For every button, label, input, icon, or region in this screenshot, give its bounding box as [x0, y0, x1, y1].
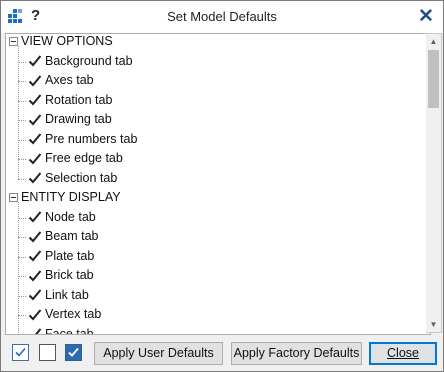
- checkmark-icon[interactable]: [28, 152, 42, 166]
- collapse-icon[interactable]: [9, 193, 18, 203]
- tree-connector: [18, 100, 26, 102]
- checkmark-icon[interactable]: [28, 230, 42, 244]
- checkmark-icon[interactable]: [28, 54, 42, 68]
- tree-connector: [18, 315, 26, 316]
- tree-connector: [18, 295, 26, 297]
- check-all-button[interactable]: [12, 344, 29, 361]
- tree-item[interactable]: Free edge tab: [28, 149, 123, 168]
- tree-group-label: ENTITY DISPLAY: [21, 190, 121, 204]
- tree-connector: [18, 178, 26, 180]
- tree-item-label: Plate tab: [45, 248, 95, 263]
- check-all-icon: [15, 347, 26, 357]
- tree-item-label: Link tab: [45, 287, 89, 302]
- set-model-defaults-dialog: ? Set Model Defaults ✕ VIEW OPTIONS Backg…: [0, 0, 444, 372]
- scrollbar-thumb[interactable]: [428, 50, 439, 108]
- tree-item[interactable]: Vertex tab: [28, 305, 101, 324]
- tree-item[interactable]: Pre numbers tab: [28, 130, 137, 149]
- tree-group[interactable]: VIEW OPTIONS: [9, 34, 113, 51]
- tree-item[interactable]: Brick tab: [28, 266, 94, 285]
- tree-item[interactable]: Plate tab: [28, 247, 94, 266]
- tree-group[interactable]: ENTITY DISPLAY: [9, 188, 121, 207]
- close-window-button[interactable]: ✕: [413, 3, 439, 29]
- tree-item[interactable]: Selection tab: [28, 169, 117, 188]
- tree-item[interactable]: Node tab: [28, 208, 96, 227]
- tree-item-label: Selection tab: [45, 170, 118, 185]
- tree-group-label: VIEW OPTIONS: [21, 34, 113, 48]
- uncheck-all-button[interactable]: [39, 344, 56, 361]
- tree-connector: [18, 159, 26, 160]
- tree-connector: [18, 276, 26, 277]
- tree-item-label: Background tab: [45, 53, 133, 68]
- tree-item[interactable]: Face tab: [28, 325, 94, 335]
- tree-item-label: Axes tab: [45, 73, 94, 87]
- tree-connector: [18, 256, 26, 258]
- checkmark-icon[interactable]: [28, 93, 42, 107]
- tree-connector: [18, 81, 26, 82]
- tree-connector-vertical: [18, 202, 19, 334]
- dialog-footer: Apply User Defaults Apply Factory Defaul…: [1, 335, 443, 371]
- tree-item[interactable]: Link tab: [28, 286, 89, 305]
- tree-item[interactable]: Axes tab: [28, 71, 94, 90]
- collapse-icon[interactable]: [9, 37, 18, 47]
- tree-item[interactable]: Drawing tab: [28, 110, 112, 129]
- checkmark-icon[interactable]: [28, 249, 42, 263]
- vertical-scrollbar[interactable]: ▲ ▼: [426, 33, 442, 333]
- tree-item-label: Brick tab: [45, 268, 94, 282]
- window-title: Set Model Defaults: [167, 9, 277, 24]
- checkmark-icon[interactable]: [28, 210, 42, 224]
- checkmark-icon[interactable]: [28, 288, 42, 302]
- tree-connector: [18, 217, 26, 219]
- checkmark-icon[interactable]: [28, 113, 42, 127]
- tree-connector: [18, 61, 26, 63]
- tree-item-label: Face tab: [45, 326, 94, 335]
- scroll-up-icon[interactable]: ▲: [426, 34, 441, 49]
- checkmark-icon[interactable]: [28, 269, 42, 283]
- title-bar: ? Set Model Defaults ✕: [1, 1, 443, 33]
- defaults-tree[interactable]: VIEW OPTIONS Background tab Axes tab Rotati…: [5, 33, 431, 335]
- scroll-down-icon[interactable]: ▼: [426, 317, 441, 332]
- tree-item-label: Vertex tab: [45, 307, 102, 321]
- checkmark-icon[interactable]: [28, 171, 42, 185]
- tree-item[interactable]: Background tab: [28, 52, 133, 71]
- tree-item-label: Rotation tab: [45, 92, 113, 107]
- tree-connector: [18, 120, 26, 121]
- close-button[interactable]: Close: [369, 342, 437, 365]
- tree-item-label: Beam tab: [45, 229, 99, 243]
- tree-item[interactable]: Beam tab: [28, 227, 99, 246]
- tree-connector: [18, 139, 26, 141]
- checkmark-icon[interactable]: [28, 327, 42, 335]
- checkmark-icon[interactable]: [28, 132, 42, 146]
- close-icon: ✕: [418, 5, 434, 27]
- tree-connector: [18, 237, 26, 238]
- tree-item-label: Pre numbers tab: [45, 131, 138, 146]
- checkmark-icon[interactable]: [28, 74, 42, 88]
- toggle-checks-button[interactable]: [65, 344, 82, 361]
- tree-item[interactable]: Rotation tab: [28, 91, 112, 110]
- apply-user-defaults-button[interactable]: Apply User Defaults: [94, 342, 223, 365]
- tree-item-label: Free edge tab: [45, 151, 123, 165]
- tree-item-label: Drawing tab: [45, 112, 112, 126]
- tree-connector-vertical: [18, 46, 19, 179]
- filled-check-icon: [68, 347, 79, 357]
- tree-item-label: Node tab: [45, 209, 96, 224]
- checkmark-icon[interactable]: [28, 308, 42, 322]
- apply-factory-defaults-button[interactable]: Apply Factory Defaults: [231, 342, 362, 365]
